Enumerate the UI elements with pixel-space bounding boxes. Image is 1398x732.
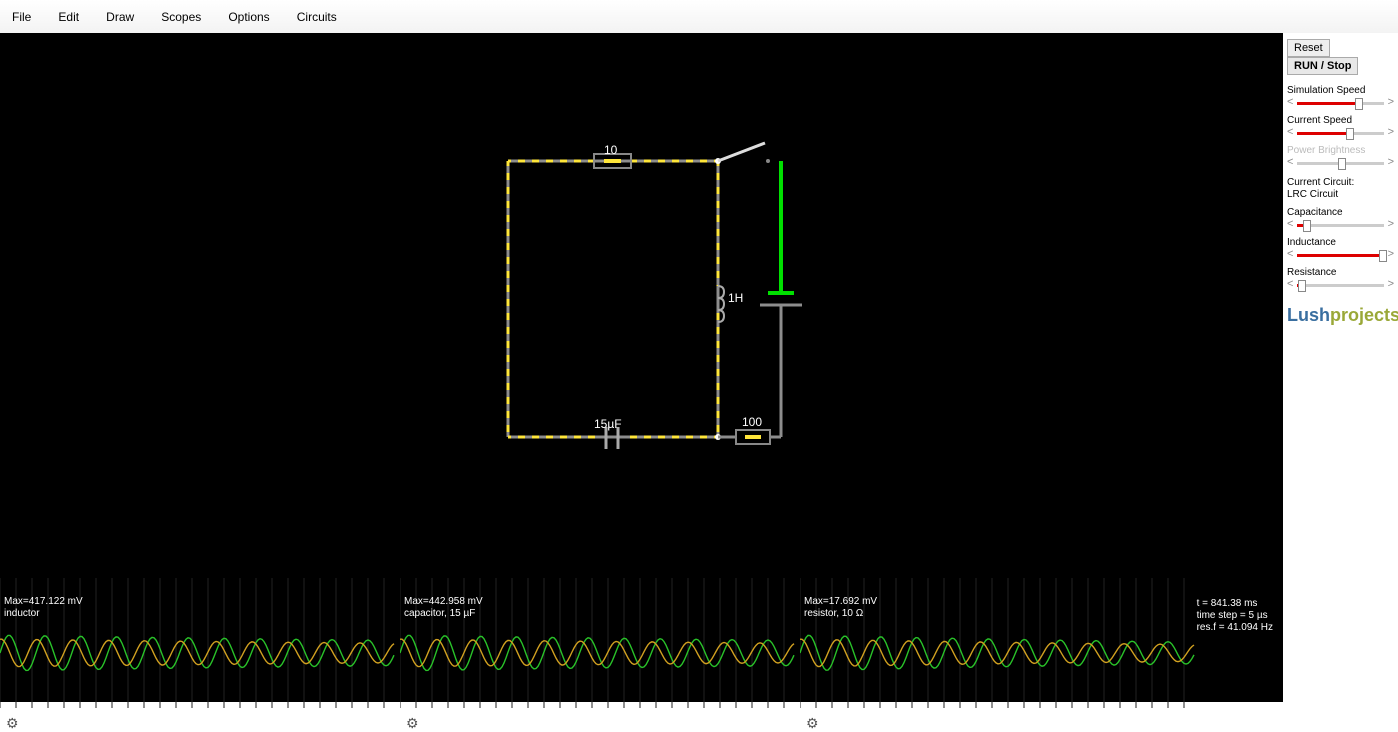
control-panel: Reset RUN / Stop Simulation Speed < > Cu…	[1283, 33, 1398, 702]
slider-track[interactable]: < >	[1287, 249, 1394, 261]
menu-scopes[interactable]: Scopes	[149, 0, 213, 24]
slider-track[interactable]: < >	[1287, 97, 1394, 109]
sim-timestep: time step = 5 µs	[1197, 610, 1273, 622]
scope-inductor[interactable]: Max=417.122 mV inductor ⚙	[0, 558, 395, 718]
scope-max: Max=417.122 mV	[4, 596, 83, 608]
slider-label: Inductance	[1287, 237, 1394, 248]
slider-label: Capacitance	[1287, 207, 1394, 218]
sim-time: t = 841.38 ms	[1197, 598, 1273, 610]
slider-track[interactable]: < >	[1287, 219, 1394, 231]
slider-resistance[interactable]: Resistance < >	[1287, 267, 1394, 291]
circuit-diagram[interactable]	[0, 33, 1283, 558]
slider-inductance[interactable]: Inductance < >	[1287, 237, 1394, 261]
gear-icon[interactable]: ⚙	[406, 715, 419, 732]
run-stop-button[interactable]: RUN / Stop	[1287, 57, 1358, 75]
slider-label: Resistance	[1287, 267, 1394, 278]
simulation-canvas[interactable]: 10 1H 15µF 100 Max=417.122 mV inductor ⚙…	[0, 33, 1283, 702]
gear-icon[interactable]: ⚙	[6, 715, 19, 732]
simulation-info: t = 841.38 ms time step = 5 µs res.f = 4…	[1197, 598, 1273, 634]
sim-resfreq: res.f = 41.094 Hz	[1197, 622, 1273, 634]
scope-capacitor[interactable]: Max=442.958 mV capacitor, 15 µF ⚙	[400, 558, 795, 718]
slider-capacitance[interactable]: Capacitance < >	[1287, 207, 1394, 231]
logo[interactable]: Lushprojects	[1287, 305, 1398, 326]
label-r-top: 10	[604, 143, 617, 157]
menu-file[interactable]: File	[0, 0, 43, 24]
slider-label: Power Brightness	[1287, 145, 1394, 156]
scope-max: Max=442.958 mV	[404, 596, 483, 608]
label-capacitor: 15µF	[594, 417, 622, 431]
label-inductor: 1H	[728, 291, 743, 305]
scope-area: Max=417.122 mV inductor ⚙ Max=442.958 mV…	[0, 558, 1283, 702]
menu-circuits[interactable]: Circuits	[285, 0, 349, 24]
reset-button[interactable]: Reset	[1287, 39, 1330, 57]
gear-icon[interactable]: ⚙	[806, 715, 819, 732]
current-circuit-label: Current Circuit:LRC Circuit	[1287, 177, 1394, 201]
slider-power-brightness: Power Brightness < >	[1287, 145, 1394, 169]
scope-max: Max=17.692 mV	[804, 596, 877, 608]
slider-label: Current Speed	[1287, 115, 1394, 126]
slider-track: < >	[1287, 157, 1394, 169]
scope-plot	[400, 558, 795, 718]
label-r-bottom: 100	[742, 415, 762, 429]
scope-plot	[800, 558, 1195, 718]
scope-name: inductor	[4, 608, 40, 620]
scope-plot	[0, 558, 395, 718]
slider-simulation-speed[interactable]: Simulation Speed < >	[1287, 85, 1394, 109]
scope-name: capacitor, 15 µF	[404, 608, 475, 620]
slider-label: Simulation Speed	[1287, 85, 1394, 96]
slider-track[interactable]: < >	[1287, 127, 1394, 139]
scope-resistor[interactable]: Max=17.692 mV resistor, 10 Ω ⚙	[800, 558, 1195, 718]
slider-current-speed[interactable]: Current Speed < >	[1287, 115, 1394, 139]
scope-name: resistor, 10 Ω	[804, 608, 863, 620]
menu-edit[interactable]: Edit	[46, 0, 91, 24]
menu-options[interactable]: Options	[216, 0, 281, 24]
menu-bar: File Edit Draw Scopes Options Circuits	[0, 0, 1398, 34]
slider-track[interactable]: < >	[1287, 279, 1394, 291]
menu-draw[interactable]: Draw	[94, 0, 146, 24]
